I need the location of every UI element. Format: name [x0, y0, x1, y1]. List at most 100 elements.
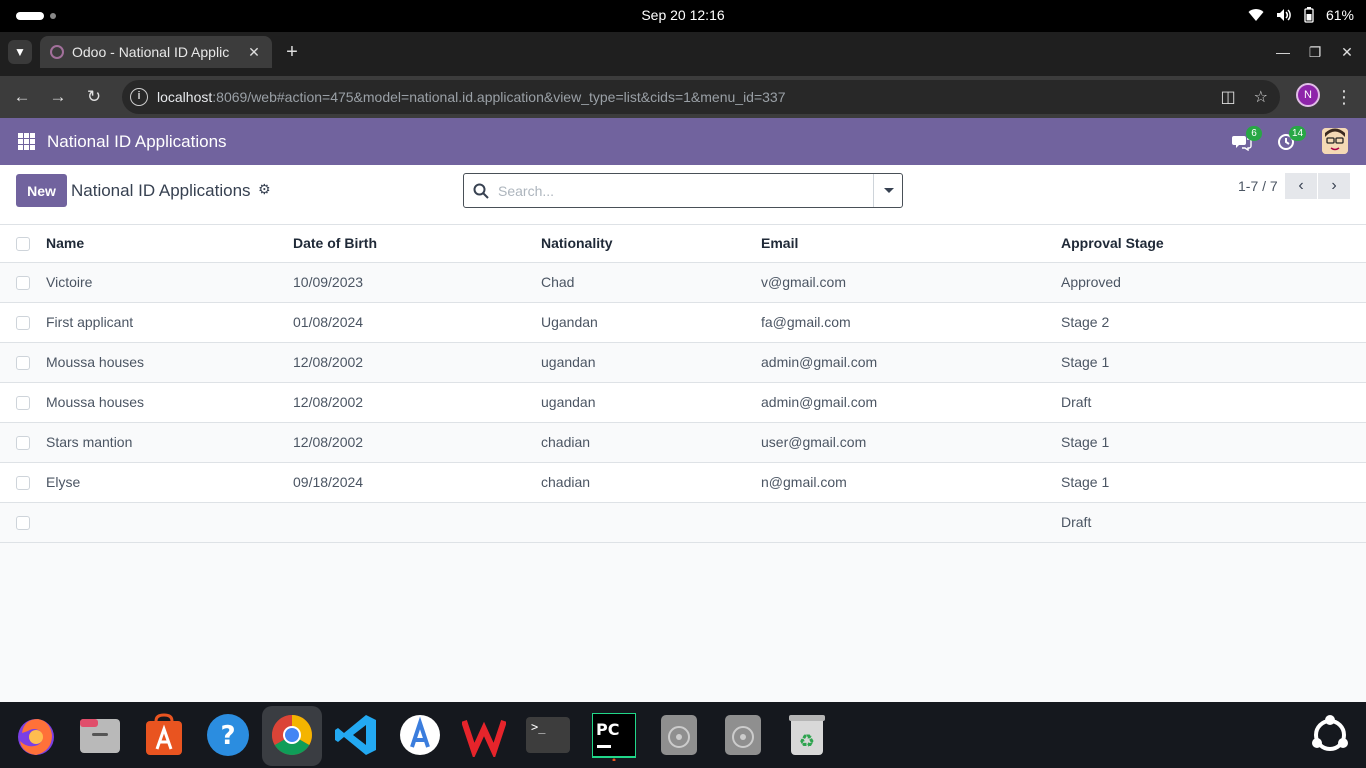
svg-text:♻: ♻: [799, 731, 815, 752]
help-icon[interactable]: ?: [206, 713, 250, 757]
minimize-icon: —: [1276, 44, 1290, 60]
site-info-icon[interactable]: i: [130, 88, 148, 106]
new-tab-button[interactable]: +: [280, 40, 304, 64]
url-path: :8069/web#action=475&model=national.id.a…: [212, 89, 786, 105]
table-row[interactable]: Moussa houses 12/08/2002 ugandan admin@g…: [0, 343, 1366, 383]
table-row[interactable]: First applicant 01/08/2024 Ugandan fa@gm…: [0, 303, 1366, 343]
cell-dob: 12/08/2002: [293, 354, 364, 370]
gear-icon[interactable]: ⚙: [258, 182, 272, 196]
column-header-stage[interactable]: Approval Stage: [1061, 235, 1164, 251]
control-panel: New National ID Applications ⚙ 1-7 / 7 ‹…: [0, 165, 1366, 225]
search-options-toggle[interactable]: [873, 174, 902, 207]
tab-search-button[interactable]: ▼: [8, 40, 32, 64]
address-bar[interactable]: i localhost:8069/web#action=475&model=na…: [122, 80, 1280, 114]
app-menu-grid-icon[interactable]: [18, 133, 35, 150]
cell-stage: Draft: [1061, 394, 1092, 410]
tab-title: Odoo - National ID Applic: [72, 44, 230, 60]
search-bar[interactable]: [463, 173, 903, 208]
row-checkbox[interactable]: [16, 436, 30, 450]
tab-close-button[interactable]: ✕: [244, 42, 264, 62]
column-header-dob[interactable]: Date of Birth: [293, 235, 377, 251]
disk-icon[interactable]: [657, 713, 701, 757]
odoo-navbar: National ID Applications 6 14: [0, 118, 1366, 165]
select-all-checkbox[interactable]: [16, 237, 30, 251]
app-center-icon[interactable]: [142, 713, 186, 757]
column-header-nationality[interactable]: Nationality: [541, 235, 613, 251]
cell-email: n@gmail.com: [761, 474, 847, 490]
bookmark-star-icon[interactable]: ☆: [1254, 87, 1268, 107]
table-row[interactable]: Moussa houses 12/08/2002 ugandan admin@g…: [0, 383, 1366, 423]
profile-avatar[interactable]: N: [1296, 83, 1320, 107]
column-header-name[interactable]: Name: [46, 235, 84, 251]
cell-dob: 10/09/2023: [293, 274, 364, 290]
pager-next-button[interactable]: ›: [1318, 173, 1350, 199]
back-button[interactable]: ←: [9, 84, 35, 110]
disk-icon-2[interactable]: [721, 713, 765, 757]
omnibox-actions: ◫ ☆: [1221, 87, 1268, 107]
close-window-button[interactable]: ✕: [1335, 40, 1359, 64]
cell-nationality: ugandan: [541, 394, 596, 410]
messages-button[interactable]: 6: [1232, 126, 1262, 154]
url-text[interactable]: localhost:8069/web#action=475&model=nati…: [157, 89, 786, 105]
list-view: Name Date of Birth Nationality Email App…: [0, 225, 1366, 543]
minimize-button[interactable]: —: [1271, 40, 1295, 64]
tab-odoo[interactable]: Odoo - National ID Applic ✕: [40, 36, 272, 68]
row-checkbox[interactable]: [16, 276, 30, 290]
row-checkbox[interactable]: [16, 316, 30, 330]
new-button[interactable]: New: [16, 174, 67, 207]
reload-button[interactable]: ↻: [81, 84, 107, 110]
pager-previous-button[interactable]: ‹: [1285, 173, 1317, 199]
trash-icon[interactable]: ♻: [785, 713, 829, 757]
table-row[interactable]: Draft: [0, 503, 1366, 543]
url-host: localhost: [157, 89, 213, 105]
activities-badge: 14: [1289, 126, 1307, 141]
row-checkbox[interactable]: [16, 476, 30, 490]
activities-button[interactable]: 14: [1277, 126, 1307, 154]
table-row[interactable]: Victoire 10/09/2023 Chad v@gmail.com App…: [0, 263, 1366, 303]
cell-name: Elyse: [46, 474, 81, 490]
terminal-icon[interactable]: >_: [526, 713, 570, 757]
app-title[interactable]: National ID Applications: [47, 132, 227, 152]
forward-button[interactable]: →: [45, 84, 71, 110]
pager-value[interactable]: 1-7 / 7: [1238, 178, 1278, 194]
row-checkbox[interactable]: [16, 516, 30, 530]
table-row[interactable]: Elyse 09/18/2024 chadian n@gmail.com Sta…: [0, 463, 1366, 503]
cell-nationality: Chad: [541, 274, 575, 290]
user-avatar[interactable]: [1322, 128, 1348, 154]
android-studio-icon[interactable]: [398, 713, 442, 757]
firefox-icon[interactable]: [14, 713, 58, 757]
cell-email: fa@gmail.com: [761, 314, 851, 330]
search-input[interactable]: [498, 180, 868, 202]
wps-office-icon[interactable]: [461, 713, 507, 760]
files-icon[interactable]: [78, 713, 122, 757]
arrow-left-icon: ←: [13, 87, 31, 106]
status-area[interactable]: 61%: [1248, 7, 1354, 23]
table-header: Name Date of Birth Nationality Email App…: [0, 225, 1366, 263]
cell-name: Moussa houses: [46, 394, 145, 410]
chevron-right-icon: ›: [1331, 177, 1337, 194]
cell-dob: 12/08/2002: [293, 394, 364, 410]
chrome-icon[interactable]: [270, 713, 314, 757]
row-checkbox[interactable]: [16, 356, 30, 370]
volume-icon: [1276, 9, 1291, 21]
browser-toolbar: ← → ↻ i localhost:8069/web#action=475&mo…: [0, 76, 1366, 118]
clock[interactable]: Sep 20 12:16: [0, 7, 1366, 23]
column-header-email[interactable]: Email: [761, 235, 798, 251]
svg-text:>_: >_: [531, 720, 546, 734]
cell-email: v@gmail.com: [761, 274, 847, 290]
row-checkbox[interactable]: [16, 396, 30, 410]
ubuntu-apps-icon[interactable]: [1308, 713, 1352, 757]
browser-menu-icon[interactable]: ⋮: [1334, 84, 1354, 110]
pycharm-icon[interactable]: PC: [591, 712, 637, 762]
vscode-icon[interactable]: [334, 713, 378, 757]
cell-name: Stars mantion: [46, 434, 133, 450]
table-row[interactable]: Stars mantion 12/08/2002 chadian user@gm…: [0, 423, 1366, 463]
odoo-favicon-icon: [50, 45, 64, 59]
cell-dob: 12/08/2002: [293, 434, 364, 450]
wifi-icon: [1248, 9, 1264, 21]
battery-percent: 61%: [1325, 7, 1354, 23]
cell-email: admin@gmail.com: [761, 394, 878, 410]
maximize-button[interactable]: ❐: [1303, 40, 1327, 64]
cell-nationality: Ugandan: [541, 314, 598, 330]
install-app-icon[interactable]: ◫: [1221, 87, 1236, 107]
